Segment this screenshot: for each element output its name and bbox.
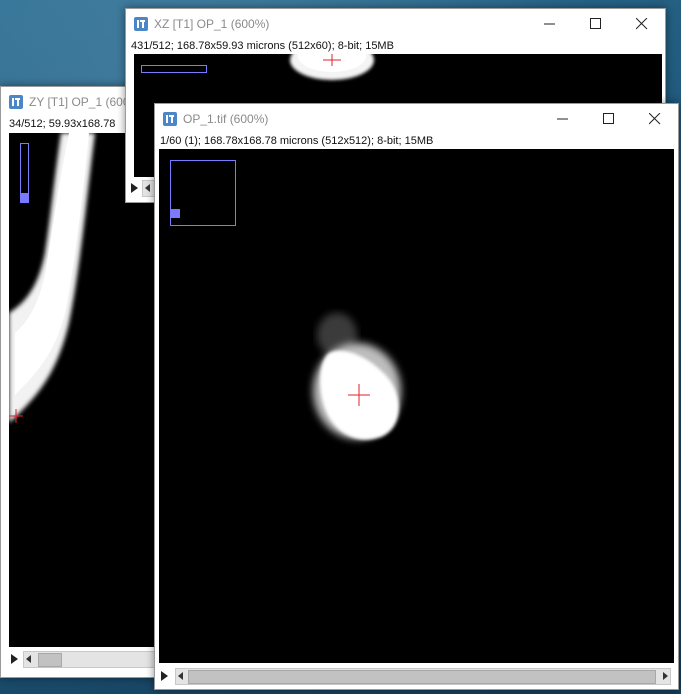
op-info-line: 1/60 (1); 168.78x168.78 microns (512x512… [160,135,434,147]
xz-info-line: 431/512; 168.78x59.93 microns (512x60); … [131,40,394,52]
imagej-icon [9,95,23,109]
op-titlebar[interactable]: OP_1.tif (600%) [155,104,678,134]
zy-scroll-row [9,649,175,669]
xz-navigator-box[interactable] [141,65,207,73]
crosshair-icon [323,54,341,66]
op-window[interactable]: OP_1.tif (600%) 1/60 (1); 168.78x168.78 … [154,103,679,690]
op-navigator-box[interactable] [170,160,236,226]
zy-navigator-marker [21,193,28,202]
zy-window-title: ZY [T1] OP_1 (600 [29,95,130,109]
close-icon [636,18,648,30]
zy-image-canvas[interactable] [9,133,164,647]
xz-minimize-button[interactable] [527,9,573,39]
scroll-left-icon[interactable] [145,184,150,192]
imagej-icon [134,17,148,31]
op-navigator-marker [171,209,180,218]
close-icon [649,113,661,125]
op-close-button[interactable] [632,104,678,134]
op-image-content [313,313,401,440]
zy-image-content [9,133,95,423]
op-scroll-row [159,666,674,686]
maximize-icon [590,18,601,29]
op-scroll-thumb[interactable] [188,670,656,684]
zy-scroll-thumb[interactable] [38,653,62,667]
xz-maximize-button[interactable] [573,9,619,39]
crosshair-icon [348,384,370,406]
op-minimize-button[interactable] [540,104,586,134]
play-icon[interactable] [131,183,138,193]
zy-info-line: 34/512; 59.93x168.78 [9,118,116,130]
crosshair-icon [9,409,23,423]
op-window-title: OP_1.tif (600%) [183,112,269,126]
op-maximize-button[interactable] [586,104,632,134]
xz-window-title: XZ [T1] OP_1 (600%) [154,17,270,31]
scroll-left-icon[interactable] [26,655,31,663]
scroll-right-icon[interactable] [663,672,668,680]
op-image-canvas[interactable] [159,149,674,663]
maximize-icon [603,113,614,124]
xz-titlebar[interactable]: XZ [T1] OP_1 (600%) [126,9,665,39]
zy-scrollbar[interactable] [23,651,175,668]
zy-navigator-box[interactable] [20,143,29,203]
play-icon[interactable] [161,671,168,681]
scroll-left-icon[interactable] [178,672,183,680]
play-icon[interactable] [11,654,18,664]
minimize-icon [544,23,555,25]
xz-close-button[interactable] [619,9,665,39]
op-scrollbar[interactable] [175,668,671,685]
imagej-icon [163,112,177,126]
minimize-icon [557,118,568,120]
